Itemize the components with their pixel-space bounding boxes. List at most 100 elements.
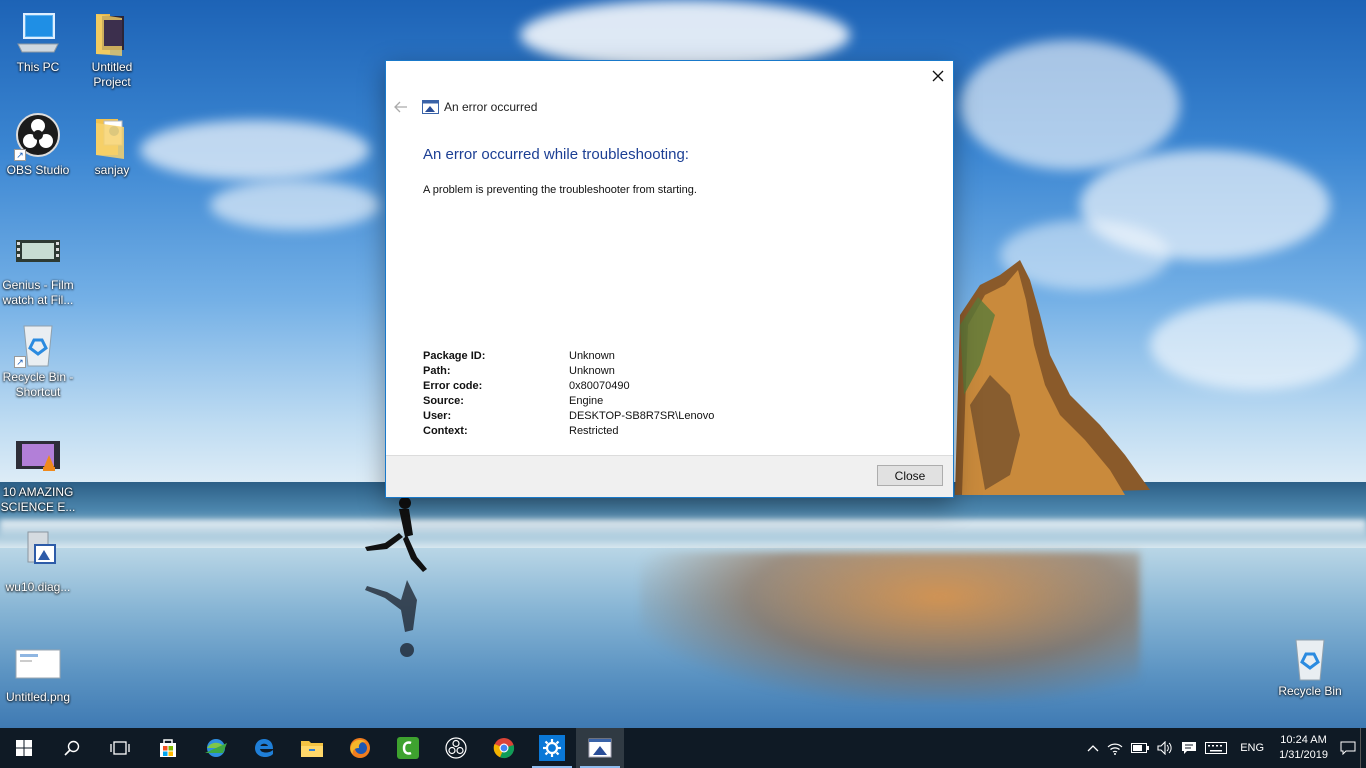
desktop-icon-genius-film[interactable]: Genius - Film watch at Fil... bbox=[0, 228, 76, 308]
detail-row-context: Context: Restricted bbox=[423, 424, 714, 439]
volume-icon bbox=[1157, 741, 1172, 755]
desktop-icon-10-amazing-science[interactable]: 10 AMAZING SCIENCE E... bbox=[0, 435, 76, 515]
taskbar-settings[interactable] bbox=[528, 728, 576, 768]
desktop-icon-wu10-diag[interactable]: wu10.diag... bbox=[0, 530, 76, 595]
detail-row-source: Source: Engine bbox=[423, 394, 714, 409]
dialog-nav-bar: An error occurred bbox=[394, 97, 537, 117]
clock-time: 10:24 AM bbox=[1280, 734, 1327, 746]
diagcab-icon bbox=[14, 530, 62, 578]
folder-icon bbox=[88, 10, 136, 58]
detail-value: DESKTOP-SB8R7SR\Lenovo bbox=[569, 410, 715, 422]
window-close-button[interactable] bbox=[923, 61, 953, 90]
keyboard-icon bbox=[1205, 742, 1228, 754]
settings-icon bbox=[539, 735, 565, 761]
taskbar-firefox[interactable] bbox=[336, 728, 384, 768]
system-tray: ENG 10:24 AM 1/31/2019 bbox=[1083, 728, 1366, 768]
taskbar-idm[interactable] bbox=[192, 728, 240, 768]
detail-key: Error code: bbox=[423, 380, 483, 392]
wifi-icon bbox=[1107, 743, 1123, 755]
close-icon bbox=[932, 70, 944, 81]
desktop-icon-recycle-bin-shortcut[interactable]: ↗ Recycle Bin - Shortcut bbox=[0, 320, 76, 400]
error-message: A problem is preventing the troubleshoot… bbox=[423, 184, 697, 196]
taskbar-store[interactable] bbox=[144, 728, 192, 768]
desktop-icon-untitled-png[interactable]: Untitled.png bbox=[0, 640, 76, 705]
detail-row-error-code: Error code: 0x80070490 bbox=[423, 379, 714, 394]
tray-volume[interactable] bbox=[1153, 728, 1177, 768]
detail-key: Package ID: bbox=[423, 350, 486, 362]
video-file-icon bbox=[14, 228, 62, 276]
chrome-icon bbox=[493, 738, 515, 759]
tray-touch-keyboard[interactable] bbox=[1201, 728, 1231, 768]
clock[interactable]: 10:24 AM 1/31/2019 bbox=[1273, 733, 1336, 763]
action-center-icon bbox=[1340, 741, 1356, 755]
obs-icon: ↗ bbox=[14, 113, 62, 161]
message-icon bbox=[1182, 742, 1197, 754]
taskbar: ENG 10:24 AM 1/31/2019 bbox=[0, 728, 1366, 768]
store-icon bbox=[160, 739, 176, 757]
detail-row-package-id: Package ID: Unknown bbox=[423, 349, 714, 364]
taskbar-camtasia[interactable] bbox=[384, 728, 432, 768]
troubleshooter-icon bbox=[588, 738, 612, 758]
detail-value: 0x80070490 bbox=[569, 380, 630, 392]
detail-value: Unknown bbox=[569, 365, 615, 377]
task-view-button[interactable] bbox=[96, 728, 144, 768]
task-view-icon bbox=[110, 741, 130, 755]
desktop-icon-sanjay[interactable]: sanjay bbox=[74, 113, 150, 178]
desktop-icon-recycle-bin[interactable]: Recycle Bin bbox=[1272, 634, 1348, 699]
edge-icon bbox=[255, 739, 273, 757]
tray-notifications[interactable] bbox=[1177, 728, 1201, 768]
detail-value: Engine bbox=[569, 395, 604, 407]
search-icon bbox=[64, 740, 80, 756]
taskbar-file-explorer[interactable] bbox=[288, 728, 336, 768]
shortcut-arrow-icon: ↗ bbox=[14, 149, 26, 161]
chevron-up-icon bbox=[1087, 745, 1099, 752]
sea-cliff-image bbox=[955, 260, 1150, 495]
detail-key: User: bbox=[423, 410, 452, 422]
show-desktop-button[interactable] bbox=[1360, 728, 1366, 768]
runner-reflection bbox=[365, 580, 417, 657]
idm-icon bbox=[205, 739, 227, 757]
obs-icon bbox=[445, 737, 467, 759]
action-center-button[interactable] bbox=[1336, 728, 1360, 768]
detail-row-user: User: DESKTOP-SB8R7SR\Lenovo bbox=[423, 409, 714, 424]
taskbar-chrome[interactable] bbox=[480, 728, 528, 768]
detail-row-path: Path: Unknown bbox=[423, 364, 714, 379]
file-explorer-icon bbox=[301, 741, 323, 757]
camtasia-icon bbox=[397, 737, 419, 759]
error-heading: An error occurred while troubleshooting: bbox=[423, 146, 689, 163]
close-button[interactable]: Close bbox=[877, 465, 943, 486]
desktop-icon-untitled-project[interactable]: Untitled Project bbox=[74, 10, 150, 90]
firefox-icon bbox=[350, 738, 370, 758]
search-button[interactable] bbox=[48, 728, 96, 768]
start-icon bbox=[16, 740, 32, 756]
recycle-bin-icon: ↗ bbox=[14, 320, 62, 368]
tray-battery[interactable] bbox=[1127, 728, 1153, 768]
start-button[interactable] bbox=[0, 728, 48, 768]
computer-icon bbox=[14, 10, 62, 58]
folder-icon bbox=[88, 113, 136, 161]
clock-date: 1/31/2019 bbox=[1279, 749, 1328, 761]
taskbar-troubleshooter[interactable] bbox=[576, 728, 624, 768]
vlc-video-icon bbox=[14, 435, 62, 483]
desktop-icon-this-pc[interactable]: This PC bbox=[0, 10, 76, 75]
language-indicator[interactable]: ENG bbox=[1231, 728, 1273, 768]
recycle-bin-icon bbox=[1286, 634, 1334, 682]
taskbar-edge[interactable] bbox=[240, 728, 288, 768]
desktop-icon-obs-studio[interactable]: ↗ OBS Studio bbox=[0, 113, 76, 178]
dialog-nav-title: An error occurred bbox=[444, 100, 538, 114]
dialog-footer: Close bbox=[386, 455, 953, 497]
detail-key: Context: bbox=[423, 425, 468, 437]
detail-key: Path: bbox=[423, 365, 451, 377]
detail-value: Restricted bbox=[569, 425, 619, 437]
back-arrow-icon[interactable] bbox=[394, 100, 408, 114]
detail-key: Source: bbox=[423, 395, 464, 407]
troubleshooter-app-icon bbox=[422, 100, 439, 114]
tray-overflow-button[interactable] bbox=[1083, 728, 1103, 768]
runner-silhouette bbox=[365, 497, 427, 572]
image-file-icon bbox=[14, 640, 62, 688]
shortcut-arrow-icon: ↗ bbox=[14, 356, 26, 368]
error-details: Package ID: Unknown Path: Unknown Error … bbox=[423, 349, 714, 439]
tray-network[interactable] bbox=[1103, 728, 1127, 768]
battery-icon bbox=[1131, 743, 1150, 753]
taskbar-obs[interactable] bbox=[432, 728, 480, 768]
